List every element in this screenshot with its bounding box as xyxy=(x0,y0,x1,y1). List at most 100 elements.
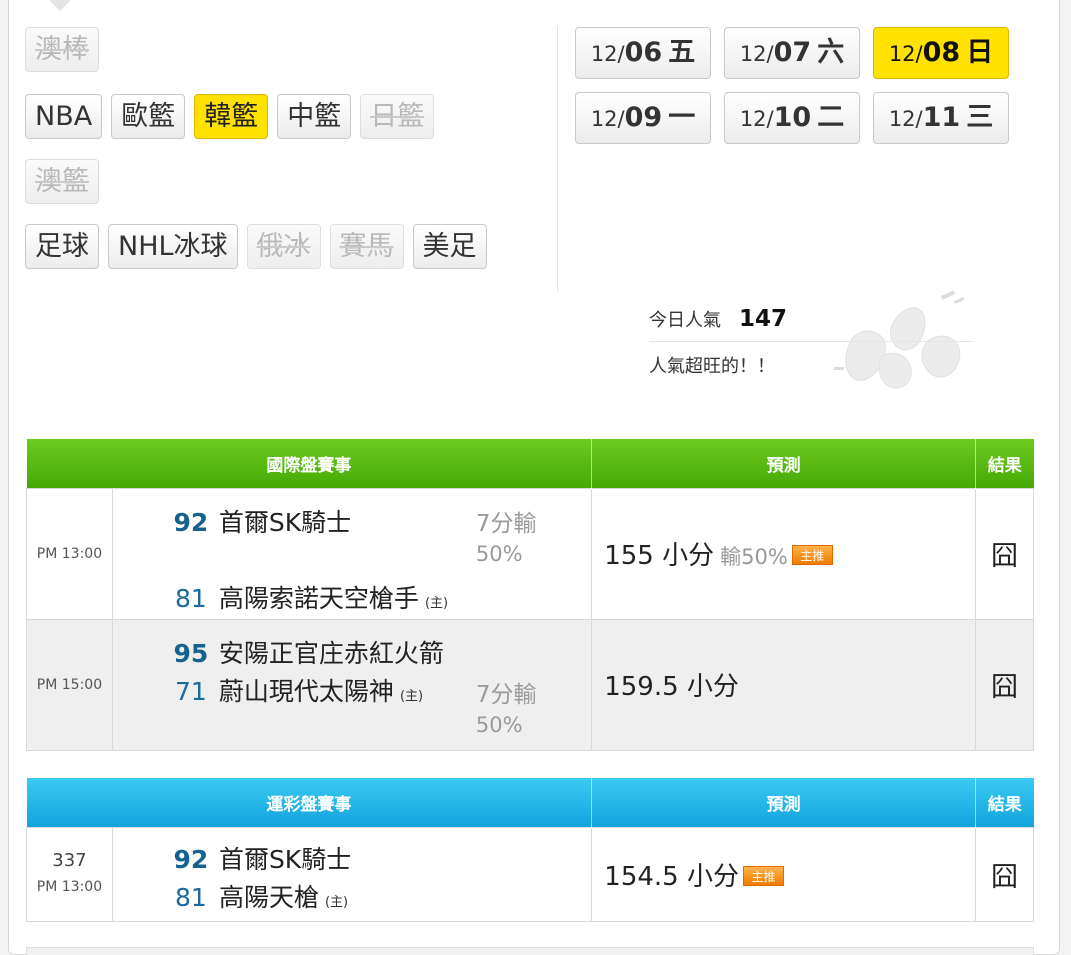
date-day: 07 xyxy=(773,37,812,68)
table-row: 337 PM 13:00 92 首爾SK騎士 81 高陽天槍 (主) 154.5… xyxy=(26,826,1034,922)
home-team: 81 高陽天槍 (主) xyxy=(165,878,348,914)
table-row: PM 15:00 95 安陽正官庄赤紅火箭 71 蔚山現代太陽神 (主) 7分輸… xyxy=(26,618,1034,751)
away-score: 92 xyxy=(173,844,209,874)
game-time: PM 13:00 xyxy=(36,879,103,895)
category-button-american-football[interactable]: 美足 xyxy=(412,224,487,269)
game-time-cell: 337 PM 13:00 xyxy=(26,826,113,922)
away-team-name[interactable]: 首爾SK騎士 xyxy=(219,503,351,539)
away-score: 95 xyxy=(173,638,209,668)
date-day: 09 xyxy=(624,102,663,133)
date-button-1211[interactable]: 12/11 三 xyxy=(873,92,1009,144)
prediction-value: 154.5 小分 xyxy=(604,861,739,892)
prediction-cell: 155 小分 輸50% 主推 xyxy=(591,487,976,620)
table-row: PM 13:00 92 首爾SK騎士 7分輸 50% 81 高陽索諾天空槍手 (… xyxy=(26,487,1034,620)
game-time: PM 13:00 xyxy=(26,487,113,620)
game-time: PM 15:00 xyxy=(26,618,113,751)
header-event: 國際盤賽事 xyxy=(26,439,593,488)
date-row-2: 12/09 一 12/10 二 12/11 三 xyxy=(575,92,1009,144)
category-button-russia-hockey[interactable]: 俄冰 xyxy=(246,224,321,269)
next-table-edge xyxy=(26,947,1034,955)
date-button-1208[interactable]: 12/08 日 xyxy=(873,27,1009,79)
date-button-1209[interactable]: 12/09 一 xyxy=(575,92,711,144)
date-day: 10 xyxy=(773,102,812,133)
category-row-1: 澳棒 xyxy=(25,27,99,72)
home-mark: (主) xyxy=(424,595,449,611)
spread-percent: 50% xyxy=(475,541,523,566)
date-weekday: 日 xyxy=(966,37,994,68)
date-weekday: 三 xyxy=(966,102,994,133)
date-day: 11 xyxy=(922,102,961,133)
date-button-1210[interactable]: 12/10 二 xyxy=(724,92,860,144)
category-button-china-basketball[interactable]: 中籃 xyxy=(277,94,352,139)
international-games-table: 國際盤賽事 預測 結果 PM 13:00 92 首爾SK騎士 7分輸 50% 8… xyxy=(26,439,1034,751)
matchup-cell: 92 首爾SK騎士 81 高陽天槍 (主) xyxy=(111,826,593,922)
vertical-divider xyxy=(557,26,558,291)
away-score: 92 xyxy=(173,507,209,537)
date-month: 12/ xyxy=(888,107,923,131)
category-button-nba[interactable]: NBA xyxy=(25,94,103,139)
date-day: 06 xyxy=(624,37,663,68)
prediction-cell: 154.5 小分 主推 xyxy=(591,826,977,922)
date-month: 12/ xyxy=(888,42,923,66)
popularity-count: 147 xyxy=(739,305,788,332)
home-team-name[interactable]: 高陽天槍 xyxy=(219,878,319,914)
category-button-euro-basketball[interactable]: 歐籃 xyxy=(111,94,186,139)
category-button-soccer[interactable]: 足球 xyxy=(25,224,99,269)
home-score: 81 xyxy=(175,583,207,613)
table-header-row: 運彩盤賽事 預測 結果 xyxy=(26,778,1034,827)
date-day: 08 xyxy=(922,37,961,68)
date-button-1207[interactable]: 12/07 六 xyxy=(724,27,860,79)
category-button-aus-baseball[interactable]: 澳棒 xyxy=(25,27,99,72)
category-button-japan-basketball[interactable]: 日籃 xyxy=(360,94,435,139)
home-team: 81 高陽索諾天空槍手 (主) xyxy=(165,579,448,615)
date-month: 12/ xyxy=(739,42,774,66)
category-button-nhl[interactable]: NHL冰球 xyxy=(108,224,238,269)
result-cell: 囧 xyxy=(975,618,1034,751)
date-weekday: 一 xyxy=(668,102,696,133)
away-team: 92 首爾SK騎士 xyxy=(165,840,352,876)
header-result: 結果 xyxy=(975,439,1034,488)
game-number: 337 xyxy=(52,850,87,871)
popularity-message: 人氣超旺的！！ xyxy=(649,356,775,377)
category-row-2: NBA 歐籃 韓籃 中籃 日籃 xyxy=(25,94,435,139)
date-month: 12/ xyxy=(739,107,774,131)
page-container: 澳棒 NBA 歐籃 韓籃 中籃 日籃 澳籃 足球 NHL冰球 俄冰 賽馬 美足 … xyxy=(8,0,1060,955)
table-header-row: 國際盤賽事 預測 結果 xyxy=(26,439,1034,488)
category-button-korea-basketball[interactable]: 韓籃 xyxy=(194,94,269,139)
date-row-1: 12/06 五 12/07 六 12/08 日 xyxy=(575,27,1009,79)
popularity-count-line: 今日人氣 147 xyxy=(649,296,974,342)
main-pick-badge: 主推 xyxy=(742,865,784,886)
date-month: 12/ xyxy=(590,42,625,66)
header-result: 結果 xyxy=(975,778,1034,827)
lottery-games-table: 運彩盤賽事 預測 結果 337 PM 13:00 92 首爾SK騎士 81 高陽… xyxy=(26,778,1034,922)
panel-notch xyxy=(49,0,71,11)
matchup-cell: 92 首爾SK騎士 7分輸 50% 81 高陽索諾天空槍手 (主) xyxy=(111,487,593,620)
result-cell: 囧 xyxy=(975,487,1034,620)
category-button-aus-basketball[interactable]: 澳籃 xyxy=(25,159,99,204)
home-score: 71 xyxy=(175,676,207,706)
category-row-3: 澳籃 xyxy=(25,159,99,204)
prediction-cell: 159.5 小分 xyxy=(591,618,976,751)
category-row-4: 足球 NHL冰球 俄冰 賽馬 美足 xyxy=(25,224,487,269)
spread-info: 7分輸 50% xyxy=(476,509,537,569)
home-team-name[interactable]: 高陽索諾天空槍手 xyxy=(219,579,419,615)
away-team: 95 安陽正官庄赤紅火箭 xyxy=(165,634,444,670)
header-event: 運彩盤賽事 xyxy=(26,778,593,827)
result-cell: 囧 xyxy=(975,826,1034,922)
date-weekday: 五 xyxy=(668,37,696,68)
date-button-1206[interactable]: 12/06 五 xyxy=(575,27,711,79)
spread-percent: 50% xyxy=(475,712,523,737)
away-team-name[interactable]: 首爾SK騎士 xyxy=(219,840,351,876)
prediction-sub: 輸50% xyxy=(720,545,788,569)
date-weekday: 六 xyxy=(817,37,845,68)
spread-label: 7分輸 xyxy=(475,510,537,537)
matchup-cell: 95 安陽正官庄赤紅火箭 71 蔚山現代太陽神 (主) 7分輸 50% xyxy=(111,618,593,751)
main-pick-badge: 主推 xyxy=(791,545,833,565)
popularity-panel: 今日人氣 147 人氣超旺的！！ xyxy=(649,296,974,388)
home-team: 71 蔚山現代太陽神 (主) xyxy=(165,672,423,708)
away-team-name[interactable]: 安陽正官庄赤紅火箭 xyxy=(219,634,444,670)
home-team-name[interactable]: 蔚山現代太陽神 xyxy=(219,672,394,708)
spread-label: 7分輸 xyxy=(475,681,537,708)
spread-info: 7分輸 50% xyxy=(476,680,537,740)
category-button-horse-racing[interactable]: 賽馬 xyxy=(329,224,404,269)
